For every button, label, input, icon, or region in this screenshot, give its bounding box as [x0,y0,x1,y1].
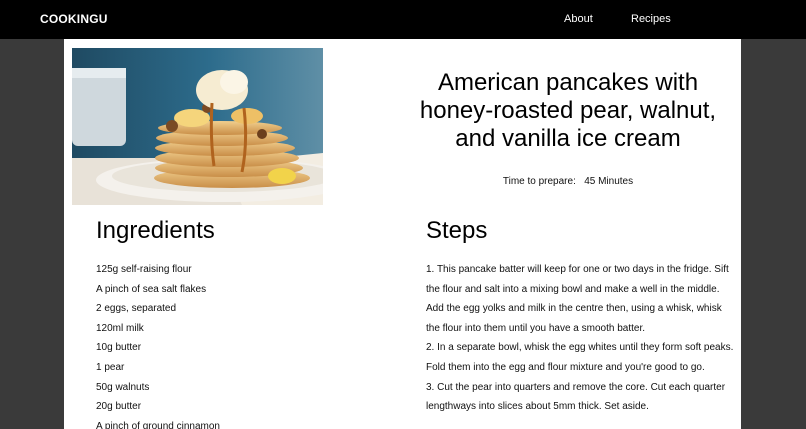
list-item: 125g self-raising flour [96,264,192,275]
steps-heading: Steps [426,217,488,244]
top-navbar: COOKINGU About Recipes [0,0,806,39]
prep-time: Time to prepare: 45 Minutes [402,176,734,187]
nav-link-recipes[interactable]: Recipes [631,13,671,25]
prep-time-label: Time to prepare: [502,176,576,187]
brand-logo[interactable]: COOKINGU [40,12,108,26]
list-item: A pinch of ground cinnamon [96,420,220,429]
ingredients-heading: Ingredients [96,217,215,244]
list-item: 2 eggs, separated [96,303,177,315]
list-item: 20g butter [96,401,142,413]
nav-link-about[interactable]: About [564,13,593,25]
list-item: 120ml milk [96,322,144,334]
recipe-title: American pancakes with honey-roasted pea… [419,69,717,152]
list-item: 1 pear [96,361,125,373]
pancake-stack-image [72,48,323,205]
list-item: 10g butter [96,342,142,354]
list-item: A pinch of sea salt flakes [96,283,207,295]
list-item: 50g walnuts [96,381,150,393]
recipe-photo [72,48,323,205]
steps-text: 1. This pancake batter will keep for one… [426,264,734,413]
recipe-card: American pancakes with honey-roasted pea… [64,39,741,429]
ingredients-list: 125g self-raising flour A pinch of sea s… [96,260,220,429]
prep-time-value: 45 Minutes [584,176,634,187]
